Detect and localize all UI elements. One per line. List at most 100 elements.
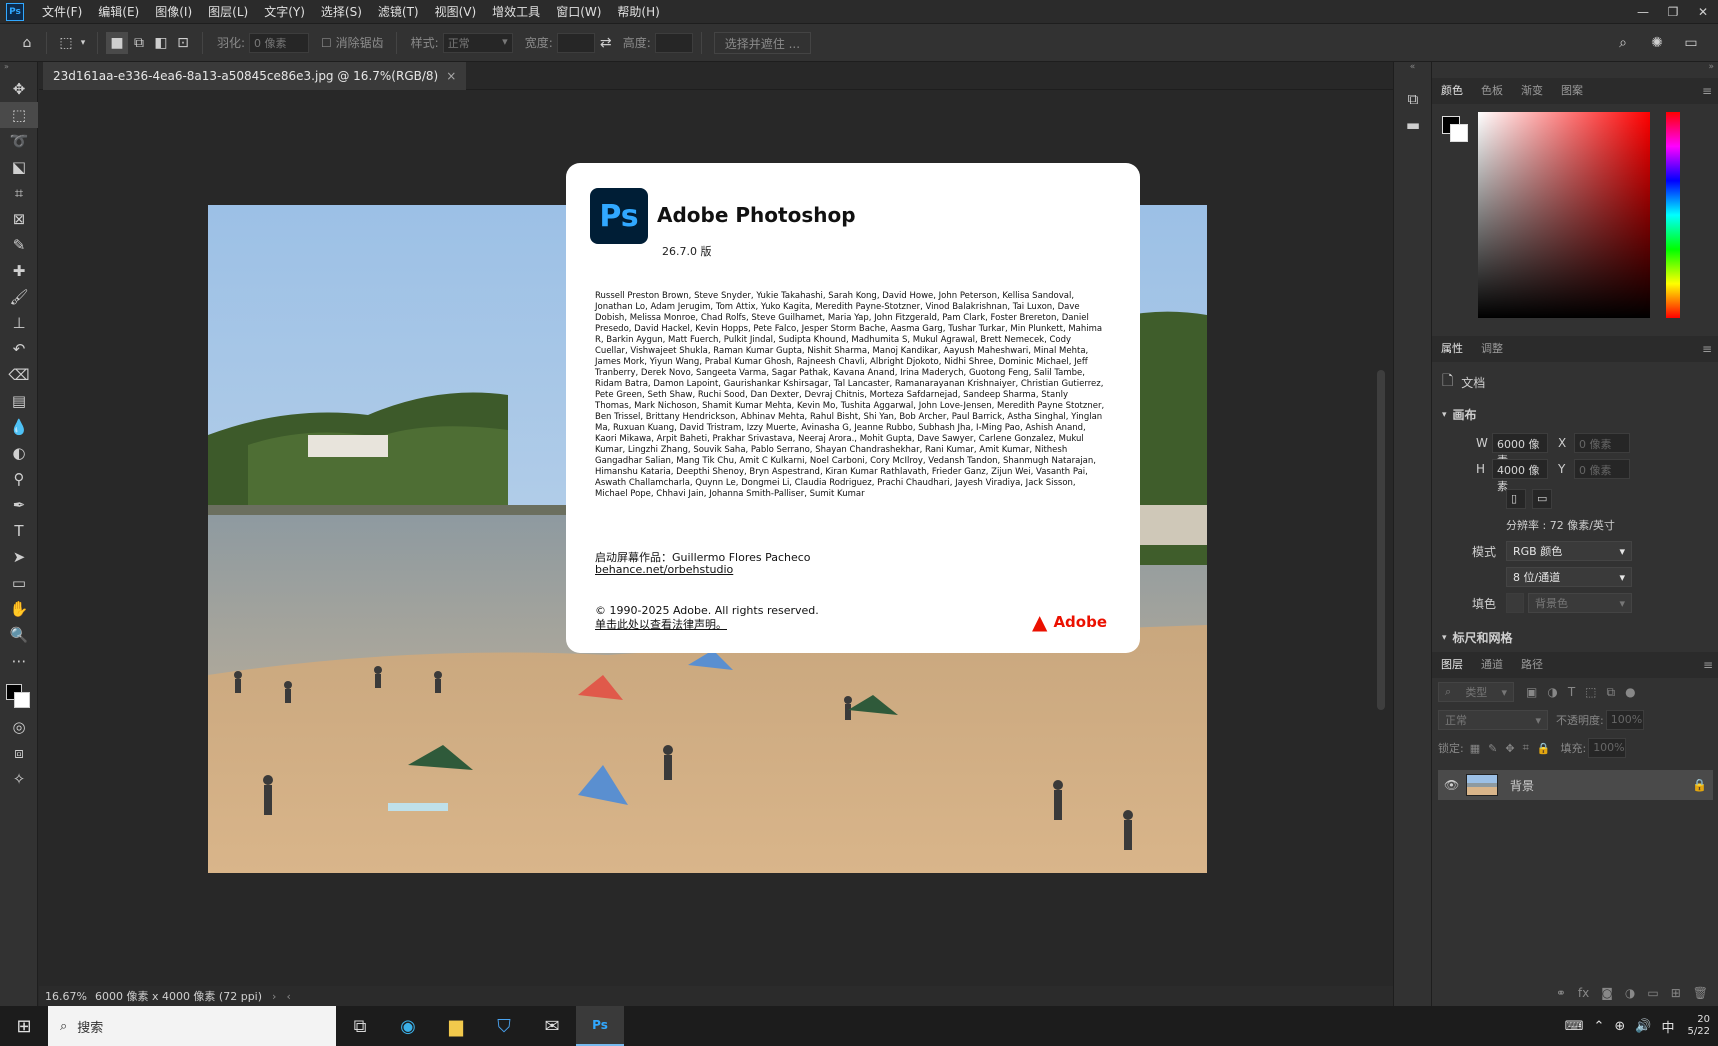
tab-paths[interactable]: 路径 bbox=[1512, 652, 1552, 678]
lasso-tool-icon[interactable]: ➰ bbox=[0, 128, 38, 154]
legal-notice-link[interactable]: 单击此处以查看法律声明。 bbox=[595, 616, 727, 632]
select-and-mask-button[interactable]: 选择并遮住 ... bbox=[713, 31, 812, 54]
height-input[interactable] bbox=[654, 32, 693, 53]
width-input[interactable] bbox=[556, 32, 595, 53]
lock-all-icon[interactable]: 🔒 bbox=[1537, 742, 1551, 755]
lightbulb-icon[interactable]: ✺ bbox=[1646, 32, 1668, 54]
new-adjustment-icon[interactable]: ◑ bbox=[1625, 986, 1635, 1000]
eyedropper-tool-icon[interactable]: ✎ bbox=[0, 232, 38, 258]
menu-file[interactable]: 文件(F) bbox=[34, 0, 90, 24]
layer-row[interactable]: 👁 背景 🔒 bbox=[1438, 770, 1713, 800]
crop-tool-icon[interactable]: ⌗ bbox=[0, 180, 38, 206]
swap-icon[interactable]: ⇄ bbox=[595, 32, 617, 54]
tab-channels[interactable]: 通道 bbox=[1472, 652, 1512, 678]
canvas-x-input[interactable]: 0 像素 bbox=[1574, 433, 1630, 453]
frame-tool-icon[interactable]: ⊠ bbox=[0, 206, 38, 232]
move-tool-icon[interactable]: ✥ bbox=[0, 76, 38, 102]
network-icon[interactable]: ⊕ bbox=[1609, 1019, 1630, 1034]
bit-depth-select[interactable]: 8 位/通道 ▾ bbox=[1506, 567, 1632, 587]
rulers-section-header[interactable]: ▾ 标尺和网格 bbox=[1442, 629, 1708, 646]
comments-panel-icon[interactable]: ▬ bbox=[1394, 112, 1432, 138]
close-tab-icon[interactable]: × bbox=[446, 69, 456, 83]
panel-menu-icon[interactable]: ≡ bbox=[1703, 658, 1713, 672]
menu-window[interactable]: 窗口(W) bbox=[548, 0, 609, 24]
menu-image[interactable]: 图像(I) bbox=[147, 0, 200, 24]
background-swatch[interactable] bbox=[14, 692, 30, 708]
menu-plugins[interactable]: 增效工具 bbox=[484, 0, 548, 24]
ime-indicator[interactable]: 中 bbox=[1657, 1017, 1680, 1036]
new-group-icon[interactable]: ▭ bbox=[1647, 986, 1658, 1000]
task-view-icon[interactable]: ⧉ bbox=[336, 1006, 384, 1046]
restore-button[interactable]: ❐ bbox=[1658, 0, 1688, 24]
marquee-tool-icon[interactable]: ⬚ bbox=[0, 102, 38, 128]
blend-mode-select[interactable]: 正常 ▾ bbox=[1438, 710, 1548, 730]
keyboard-icon[interactable]: ⌨ bbox=[1560, 1019, 1589, 1034]
chevron-up-icon[interactable]: ⌃ bbox=[1589, 1019, 1610, 1034]
antialias-checkbox[interactable]: ☐ 消除锯齿 bbox=[321, 34, 384, 51]
landscape-icon[interactable]: ▭ bbox=[1532, 489, 1552, 509]
clock[interactable]: 20 5/22 bbox=[1680, 1014, 1718, 1038]
fill-select[interactable]: 背景色 ▾ bbox=[1528, 593, 1632, 613]
path-select-icon[interactable]: ➤ bbox=[0, 544, 38, 570]
dodge-tool-icon[interactable]: ◐ bbox=[0, 440, 38, 466]
zoom-tool-icon[interactable]: 🔍 bbox=[0, 622, 38, 648]
volume-icon[interactable]: 🔊 bbox=[1630, 1019, 1656, 1034]
gradient-tool-icon[interactable]: ▤ bbox=[0, 388, 38, 414]
tab-layers[interactable]: 图层 bbox=[1432, 652, 1472, 678]
panel-menu-icon[interactable]: ≡ bbox=[1702, 342, 1712, 356]
tab-patterns[interactable]: 图案 bbox=[1552, 78, 1592, 104]
new-layer-icon[interactable]: ⊞ bbox=[1671, 986, 1681, 1000]
pen-tool-icon[interactable]: ✒ bbox=[0, 492, 38, 518]
store-icon[interactable]: ⛉ bbox=[480, 1006, 528, 1046]
feather-input[interactable]: 0 像素 bbox=[249, 32, 310, 53]
brush-tool-icon[interactable]: 🖌 bbox=[0, 284, 38, 310]
tab-properties[interactable]: 属性 bbox=[1432, 336, 1472, 362]
lock-artboard-icon[interactable]: ⌗ bbox=[1523, 741, 1529, 755]
history-panel-icon[interactable]: ⧉ bbox=[1394, 86, 1432, 112]
menu-edit[interactable]: 编辑(E) bbox=[90, 0, 147, 24]
layer-name[interactable]: 背景 bbox=[1510, 777, 1534, 794]
trash-icon[interactable]: 🗑 bbox=[1693, 986, 1708, 1000]
menu-layer[interactable]: 图层(L) bbox=[200, 0, 256, 24]
menu-filter[interactable]: 滤镜(T) bbox=[370, 0, 427, 24]
fill-swatch[interactable] bbox=[1506, 593, 1524, 613]
canvas-height-input[interactable]: 4000 像素 bbox=[1492, 459, 1548, 493]
opacity-input[interactable]: 100% bbox=[1605, 710, 1644, 730]
collapse-panels-icon[interactable]: « bbox=[1394, 62, 1431, 86]
filter-adjustment-icon[interactable]: ◑ bbox=[1547, 685, 1557, 699]
collapse-icon[interactable]: » bbox=[0, 62, 37, 76]
workspace-icon[interactable]: ▭ bbox=[1680, 32, 1702, 54]
filter-shape-icon[interactable]: ⬚ bbox=[1585, 685, 1596, 699]
chevron-down-icon[interactable]: ▾ bbox=[77, 32, 89, 54]
edge-icon[interactable]: ◉ bbox=[384, 1006, 432, 1046]
filter-smart-object-icon[interactable]: ⧉ bbox=[1607, 685, 1616, 700]
vertical-scrollbar[interactable] bbox=[1372, 90, 1390, 986]
quick-mask-icon[interactable]: ◎ bbox=[0, 714, 38, 740]
filter-type-icon[interactable]: T bbox=[1568, 685, 1575, 699]
chevron-right-icon[interactable]: › bbox=[272, 990, 276, 1003]
rect-marquee-preset-icon[interactable]: ⬚ bbox=[55, 32, 77, 54]
taskbar-search[interactable]: ⌕ 搜索 bbox=[48, 1006, 336, 1046]
canvas-width-input[interactable]: 6000 像素 bbox=[1492, 433, 1548, 467]
eraser-tool-icon[interactable]: ⌫ bbox=[0, 362, 38, 388]
windows-start-icon[interactable]: ⊞ bbox=[0, 1006, 48, 1046]
tab-adjustments[interactable]: 调整 bbox=[1472, 336, 1512, 362]
tab-swatches[interactable]: 色板 bbox=[1472, 78, 1512, 104]
layer-filter-select[interactable]: ⌕ 类型 ▾ bbox=[1438, 682, 1514, 702]
filter-pixel-icon[interactable]: ▣ bbox=[1526, 685, 1537, 699]
mode-select[interactable]: RGB 颜色 ▾ bbox=[1506, 541, 1632, 561]
rectangle-tool-icon[interactable]: ▭ bbox=[0, 570, 38, 596]
link-layers-icon[interactable]: ⚭ bbox=[1556, 986, 1566, 1000]
blur-tool-icon[interactable]: 💧 bbox=[0, 414, 38, 440]
about-dialog[interactable]: Ps Adobe Photoshop 26.7.0 版 Russell Pres… bbox=[566, 163, 1140, 653]
filter-toggle-icon[interactable]: ● bbox=[1625, 685, 1635, 699]
ps-app-icon[interactable]: Ps bbox=[6, 2, 24, 21]
zoom-level[interactable]: 16.67% bbox=[45, 990, 87, 1003]
hue-slider[interactable] bbox=[1666, 112, 1680, 318]
saturation-brightness-field[interactable] bbox=[1478, 112, 1650, 318]
portrait-icon[interactable]: ▯ bbox=[1506, 489, 1526, 509]
search-icon[interactable]: ⌕ bbox=[1612, 32, 1634, 54]
fill-opacity-input[interactable]: 100% bbox=[1588, 738, 1627, 758]
content-aware-icon[interactable]: ✧ bbox=[0, 766, 38, 792]
eye-icon[interactable]: 👁 bbox=[1444, 778, 1462, 792]
